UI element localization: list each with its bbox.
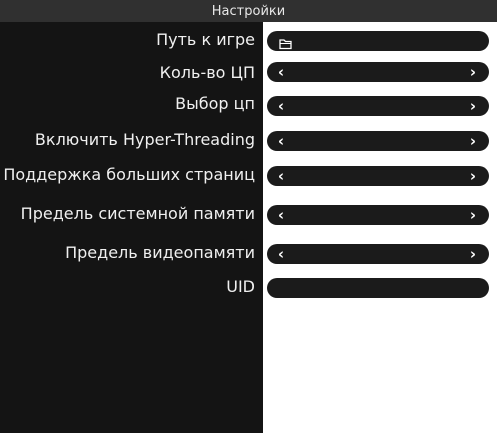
cpu-choice-selector[interactable]: ‹ › bbox=[267, 96, 489, 116]
video-memory-limit-label: Предель видеопамяти bbox=[65, 243, 255, 262]
hyper-threading-prev-button[interactable]: ‹ bbox=[273, 133, 289, 149]
game-path-field[interactable] bbox=[267, 31, 489, 51]
uid-field[interactable] bbox=[267, 278, 489, 298]
cpu-count-prev-button[interactable]: ‹ bbox=[273, 64, 289, 80]
uid-label: UID bbox=[226, 277, 255, 296]
cpu-choice-prev-button[interactable]: ‹ bbox=[273, 98, 289, 114]
video-memory-limit-next-button[interactable]: › bbox=[465, 246, 481, 262]
game-path-label: Путь к игре bbox=[156, 30, 255, 49]
video-memory-limit-prev-button[interactable]: ‹ bbox=[273, 246, 289, 262]
large-pages-selector[interactable]: ‹ › bbox=[267, 166, 489, 186]
cpu-choice-next-button[interactable]: › bbox=[465, 98, 481, 114]
settings-label-panel: Путь к игре Коль-во ЦП Выбор цп Включить… bbox=[0, 22, 263, 433]
hyper-threading-next-button[interactable]: › bbox=[465, 133, 481, 149]
hyper-threading-label: Включить Hyper-Threading bbox=[34, 130, 255, 149]
large-pages-next-button[interactable]: › bbox=[465, 168, 481, 184]
system-memory-limit-selector[interactable]: ‹ › bbox=[267, 205, 489, 225]
cpu-count-label: Коль-во ЦП bbox=[159, 63, 255, 82]
cpu-count-next-button[interactable]: › bbox=[465, 64, 481, 80]
folder-icon[interactable] bbox=[279, 35, 293, 50]
window-title: Настройки bbox=[211, 3, 286, 19]
window-title-bar: Настройки bbox=[0, 0, 497, 22]
hyper-threading-selector[interactable]: ‹ › bbox=[267, 131, 489, 151]
large-pages-label: Поддержка больших страниц bbox=[3, 165, 255, 184]
cpu-count-selector[interactable]: ‹ › bbox=[267, 62, 489, 82]
system-memory-limit-next-button[interactable]: › bbox=[465, 207, 481, 223]
cpu-choice-label: Выбор цп bbox=[175, 94, 255, 113]
system-memory-limit-prev-button[interactable]: ‹ bbox=[273, 207, 289, 223]
large-pages-prev-button[interactable]: ‹ bbox=[273, 168, 289, 184]
system-memory-limit-label: Предель системной памяти bbox=[20, 204, 255, 223]
video-memory-limit-selector[interactable]: ‹ › bbox=[267, 244, 489, 264]
